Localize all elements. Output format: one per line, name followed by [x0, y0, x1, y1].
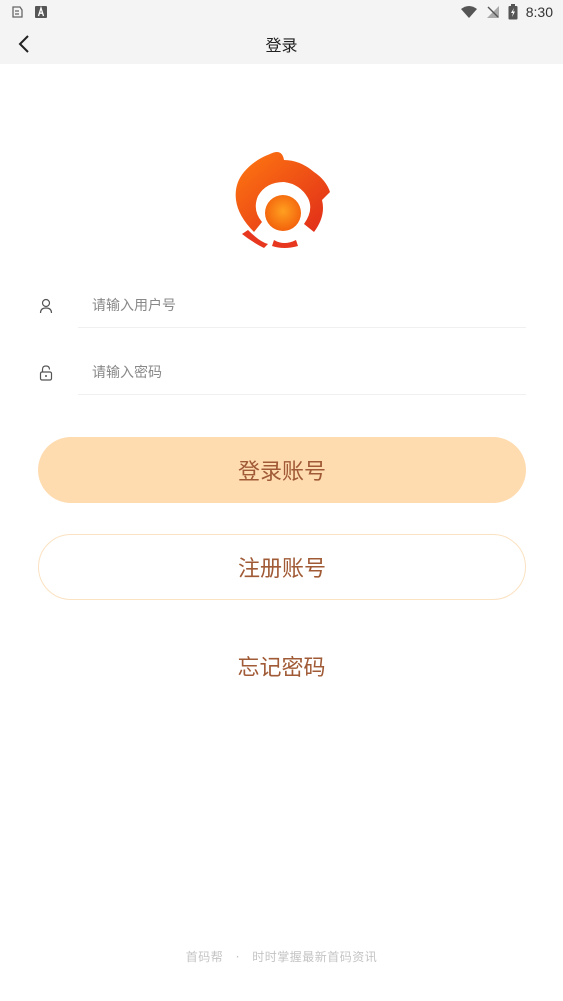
- status-time: 8:30: [525, 4, 553, 20]
- notification-icon: [10, 5, 24, 19]
- battery-charging-icon: [508, 4, 518, 20]
- status-right: 8:30: [460, 4, 553, 20]
- footer-separator: ·: [235, 950, 240, 964]
- back-button[interactable]: [8, 28, 40, 60]
- password-input[interactable]: [78, 351, 526, 395]
- login-screen: 8:30 登录 请输入用户号 登录账号 注册账号 忘记密码 首码帮 · 时时掌握…: [0, 0, 563, 1001]
- no-signal-icon: [486, 5, 500, 19]
- chevron-left-icon: [18, 35, 29, 53]
- username-field: [38, 284, 526, 328]
- forgot-password-link[interactable]: 忘记密码: [0, 650, 563, 682]
- footer-brand: 首码帮: [185, 950, 224, 964]
- lock-icon: [38, 365, 54, 381]
- app-a-icon: [34, 5, 48, 19]
- page-title: 登录: [265, 36, 298, 55]
- username-input[interactable]: [78, 284, 526, 328]
- app-logo: [230, 150, 334, 248]
- footer-slogan: 时时掌握最新首码资讯: [252, 950, 378, 964]
- login-button[interactable]: 登录账号: [38, 437, 526, 503]
- status-left: [10, 5, 48, 19]
- user-icon: [38, 298, 54, 314]
- footer: 首码帮 · 时时掌握最新首码资讯: [0, 948, 563, 965]
- status-bar: 8:30: [0, 0, 563, 24]
- password-field: [38, 351, 526, 395]
- wifi-icon: [460, 5, 478, 19]
- nav-bar: 登录: [0, 24, 563, 64]
- register-button[interactable]: 注册账号: [38, 534, 526, 600]
